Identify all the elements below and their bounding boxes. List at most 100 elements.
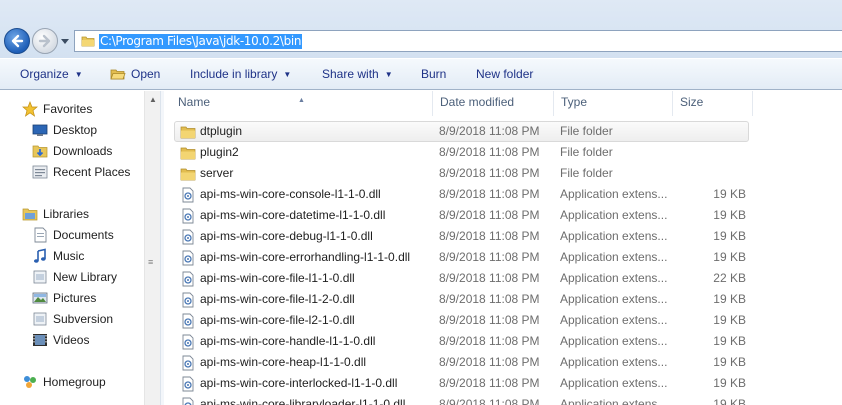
forward-arrow-icon xyxy=(38,34,51,48)
file-date-modified: 8/9/2018 11:08 PM xyxy=(439,229,540,243)
folder-icon xyxy=(180,126,196,139)
nav-libraries-label: Libraries xyxy=(43,207,90,221)
open-folder-icon xyxy=(110,69,126,80)
nav-homegroup-label: Homegroup xyxy=(43,375,106,389)
address-bar[interactable]: C:\Program Files\Java\jdk-10.0.2\bin xyxy=(74,30,842,52)
share-with-label: Share with xyxy=(322,67,379,81)
file-type: Application extens... xyxy=(560,355,668,369)
file-row[interactable]: api-ms-win-core-handle-l1-1-0.dll 8/9/201… xyxy=(164,331,842,352)
folder-row[interactable]: server 8/9/2018 11:08 PM File folder xyxy=(164,163,842,184)
file-date-modified: 8/9/2018 11:08 PM xyxy=(439,334,540,348)
address-bar-area: C:\Program Files\Java\jdk-10.0.2\bin xyxy=(0,0,842,58)
file-size: 19 KB xyxy=(713,334,746,348)
file-row[interactable]: api-ms-win-core-errorhandling-l1-1-0.dll… xyxy=(164,247,842,268)
file-name: api-ms-win-core-errorhandling-l1-1-0.dll xyxy=(200,250,411,264)
file-date-modified: 8/9/2018 11:08 PM xyxy=(439,166,540,180)
recent-places-icon xyxy=(32,165,48,179)
column-header-size[interactable]: Size xyxy=(673,91,753,116)
file-row[interactable]: api-ms-win-core-libraryloader-l1-1-0.dll… xyxy=(164,394,842,405)
file-row[interactable]: api-ms-win-core-console-l1-1-0.dll 8/9/20… xyxy=(164,184,842,205)
address-path[interactable]: C:\Program Files\Java\jdk-10.0.2\bin xyxy=(99,34,303,49)
new-folder-button[interactable]: New folder xyxy=(476,59,533,90)
folder-icon xyxy=(180,147,196,160)
file-date-modified: 8/9/2018 11:08 PM xyxy=(439,397,540,405)
column-header-name[interactable]: ▲ Name xyxy=(164,91,433,116)
file-row[interactable]: api-ms-win-core-file-l1-1-0.dll 8/9/2018 … xyxy=(164,268,842,289)
dll-file-icon xyxy=(182,208,194,224)
subversion-icon xyxy=(33,312,47,326)
file-size: 19 KB xyxy=(713,250,746,264)
file-name: api-ms-win-core-console-l1-1-0.dll xyxy=(200,187,381,201)
share-with-button[interactable]: Share with ▼ xyxy=(322,59,393,90)
navigation-pane-scrollbar[interactable]: ▲ ≡ xyxy=(144,91,160,405)
burn-button[interactable]: Burn xyxy=(421,59,446,90)
file-size: 19 KB xyxy=(713,229,746,243)
file-date-modified: 8/9/2018 11:08 PM xyxy=(439,355,540,369)
folder-row[interactable]: dtplugin 8/9/2018 11:08 PM File folder xyxy=(164,121,842,142)
nav-favorites-label: Favorites xyxy=(43,102,93,116)
open-button[interactable]: Open xyxy=(110,59,160,90)
nav-pictures-label: Pictures xyxy=(53,291,97,305)
organize-button[interactable]: Organize ▼ xyxy=(20,59,83,90)
file-size: 19 KB xyxy=(713,355,746,369)
back-arrow-icon xyxy=(11,34,24,48)
file-date-modified: 8/9/2018 11:08 PM xyxy=(439,376,540,390)
file-row[interactable]: api-ms-win-core-file-l2-1-0.dll 8/9/2018 … xyxy=(164,310,842,331)
column-header-type[interactable]: Type xyxy=(554,91,673,116)
file-type: Application extens... xyxy=(560,313,668,327)
nav-subversion-label: Subversion xyxy=(53,312,114,326)
homegroup-icon xyxy=(24,376,36,388)
file-type: Application extens... xyxy=(560,292,668,306)
scroll-up-icon[interactable]: ▲ xyxy=(149,95,157,104)
nav-videos-label: Videos xyxy=(53,333,90,347)
folder-row[interactable]: plugin2 8/9/2018 11:08 PM File folder xyxy=(164,142,842,163)
recent-pages-dropdown-icon[interactable] xyxy=(60,38,70,46)
file-name: dtplugin xyxy=(200,124,243,138)
organize-label: Organize xyxy=(20,67,69,81)
navigation-pane: Favorites Desktop Downloads Recent Place… xyxy=(0,91,160,405)
file-date-modified: 8/9/2018 11:08 PM xyxy=(439,124,540,138)
file-name: api-ms-win-core-file-l1-2-0.dll xyxy=(200,292,355,306)
file-name: api-ms-win-core-handle-l1-1-0.dll xyxy=(200,334,376,348)
file-name: api-ms-win-core-libraryloader-l1-1-0.dll xyxy=(200,397,406,405)
folder-icon xyxy=(180,168,196,181)
burn-label: Burn xyxy=(421,67,447,81)
file-row[interactable]: api-ms-win-core-debug-l1-1-0.dll 8/9/2018… xyxy=(164,226,842,247)
include-in-library-label: Include in library xyxy=(190,67,278,81)
file-name: plugin2 xyxy=(200,145,239,159)
nav-downloads-label: Downloads xyxy=(53,144,113,158)
nav-desktop-label: Desktop xyxy=(53,123,98,137)
file-size: 19 KB xyxy=(713,187,746,201)
column-header-date-label: Date modified xyxy=(440,95,515,109)
pictures-icon xyxy=(32,292,48,304)
file-date-modified: 8/9/2018 11:08 PM xyxy=(439,250,540,264)
file-type: File folder xyxy=(560,166,613,180)
downloads-icon xyxy=(32,145,48,158)
file-row[interactable]: api-ms-win-core-file-l1-2-0.dll 8/9/2018 … xyxy=(164,289,842,310)
include-in-library-button[interactable]: Include in library ▼ xyxy=(190,59,291,90)
new-library-icon xyxy=(33,270,47,284)
file-date-modified: 8/9/2018 11:08 PM xyxy=(439,313,540,327)
dll-file-icon xyxy=(182,250,194,266)
back-button[interactable] xyxy=(4,28,30,54)
dll-file-icon xyxy=(182,271,194,287)
dll-file-icon xyxy=(182,397,194,405)
new-folder-label: New folder xyxy=(476,67,534,81)
file-size: 19 KB xyxy=(713,376,746,390)
include-in-library-caret-icon: ▼ xyxy=(283,70,292,79)
column-header-size-label: Size xyxy=(680,95,704,109)
forward-button[interactable] xyxy=(32,28,58,54)
file-list: ▲ Name Date modified Type Size dtplugin 8… xyxy=(164,91,842,405)
file-row[interactable]: api-ms-win-core-interlocked-l1-1-0.dll 8/… xyxy=(164,373,842,394)
file-type: Application extens... xyxy=(560,208,668,222)
file-date-modified: 8/9/2018 11:08 PM xyxy=(439,292,540,306)
file-row[interactable]: api-ms-win-core-heap-l1-1-0.dll 8/9/2018 … xyxy=(164,352,842,373)
file-name: api-ms-win-core-datetime-l1-1-0.dll xyxy=(200,208,386,222)
documents-icon xyxy=(34,227,47,243)
libraries-icon xyxy=(22,208,38,221)
dll-file-icon xyxy=(182,313,194,329)
file-row[interactable]: api-ms-win-core-datetime-l1-1-0.dll 8/9/2… xyxy=(164,205,842,226)
scroll-grip-icon[interactable]: ≡ xyxy=(148,257,153,267)
column-header-date[interactable]: Date modified xyxy=(433,91,554,116)
file-name: api-ms-win-core-debug-l1-1-0.dll xyxy=(200,229,373,243)
